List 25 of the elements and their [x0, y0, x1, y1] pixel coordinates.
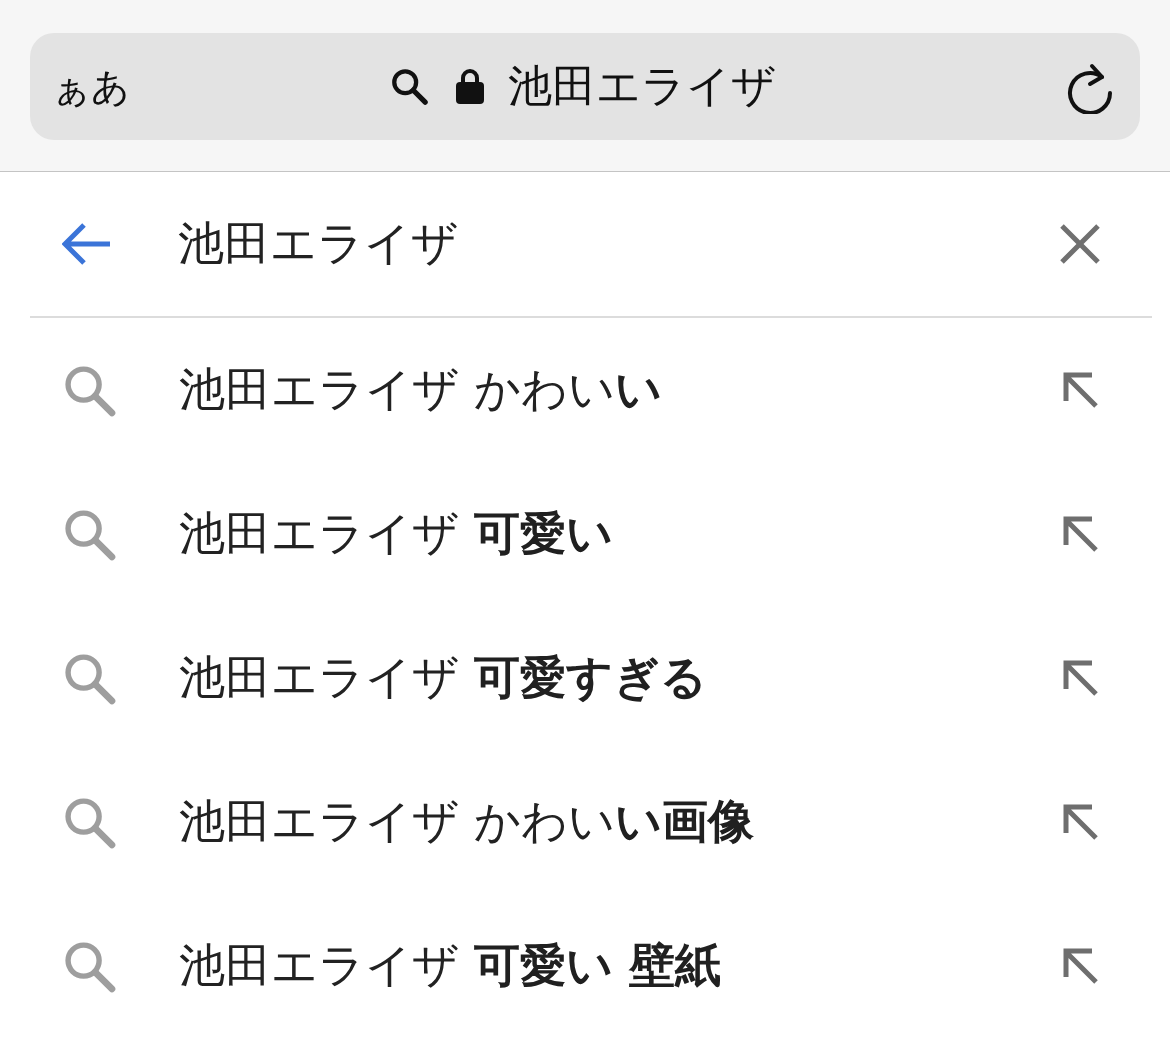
text-size-button[interactable]: ぁあ — [52, 67, 130, 106]
suggestion-text[interactable]: 池田エライザ かわいい — [179, 362, 1062, 418]
up-left-arrow-icon[interactable] — [1062, 515, 1100, 553]
search-icon — [62, 363, 116, 417]
suggestion-text[interactable]: 池田エライザ 可愛い 壁紙 — [179, 938, 1062, 994]
search-icon — [390, 67, 428, 106]
clear-button[interactable] — [1060, 224, 1100, 264]
up-left-arrow-icon[interactable] — [1062, 371, 1100, 409]
url-text[interactable]: 池田エライザ — [508, 62, 776, 111]
up-left-arrow-icon[interactable] — [1062, 947, 1100, 985]
suggestion-text[interactable]: 池田エライザ 可愛い — [179, 506, 1062, 562]
suggestion-text[interactable]: 池田エライザ かわいい画像 — [179, 794, 1062, 850]
back-button[interactable] — [62, 222, 112, 266]
back-arrow-icon — [62, 222, 112, 266]
search-icon — [62, 795, 116, 849]
search-icon — [62, 939, 116, 993]
address-bar[interactable]: ぁあ 池田エライザ — [30, 33, 1140, 140]
search-field[interactable]: 池田エライザ — [178, 212, 1040, 276]
up-left-arrow-icon[interactable] — [1062, 803, 1100, 841]
search-icon — [62, 651, 116, 705]
search-icon — [62, 507, 116, 561]
up-left-arrow-icon[interactable] — [1062, 659, 1100, 697]
lock-icon — [456, 68, 484, 105]
suggestion-text[interactable]: 池田エライザ 可愛すぎる — [179, 650, 1062, 706]
close-icon — [1060, 224, 1100, 264]
